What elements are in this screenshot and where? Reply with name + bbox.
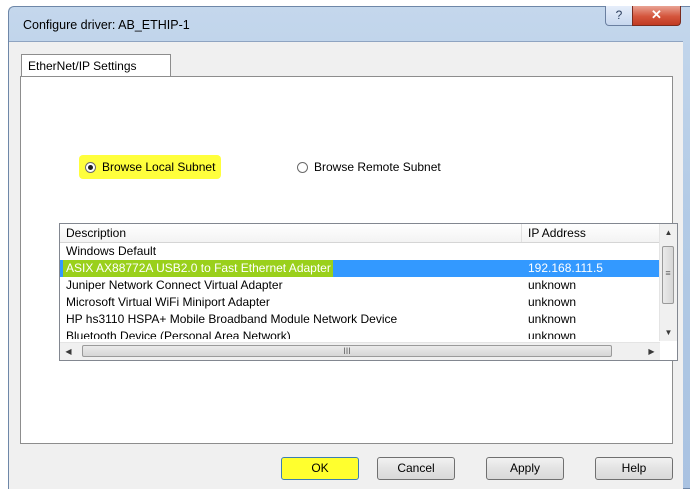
tab-panel: Browse Local Subnet Browse Remote Subnet… bbox=[20, 76, 678, 444]
configure-driver-dialog: Configure driver: AB_ETHIP-1 ? ✕ EtherNe… bbox=[8, 6, 690, 489]
scroll-left-arrow-icon[interactable]: ◀ bbox=[60, 343, 77, 360]
ok-button[interactable]: OK bbox=[281, 457, 359, 480]
horizontal-scroll-thumb[interactable]: III bbox=[82, 345, 612, 357]
row-description: Microsoft Virtual WiFi Miniport Adapter bbox=[66, 295, 270, 309]
help-icon[interactable]: ? bbox=[605, 6, 633, 26]
row-description: Windows Default bbox=[66, 244, 157, 258]
column-header-description[interactable]: Description bbox=[60, 224, 522, 242]
row-ip: unknown bbox=[528, 312, 577, 326]
vertical-scrollbar[interactable]: ▲ ≡ ▼ bbox=[659, 224, 677, 341]
list-row[interactable]: Juniper Network Connect Virtual Adapter … bbox=[60, 277, 660, 294]
help-button[interactable]: Help bbox=[595, 457, 673, 480]
window-title: Configure driver: AB_ETHIP-1 bbox=[23, 18, 190, 32]
row-ip: 192.168.111.5 bbox=[528, 261, 603, 275]
radio-browse-remote-subnet[interactable]: Browse Remote Subnet bbox=[297, 158, 441, 176]
list-row[interactable]: Bluetooth Device (Personal Area Network)… bbox=[60, 328, 660, 339]
row-description: ASIX AX88772A USB2.0 to Fast Ethernet Ad… bbox=[63, 260, 333, 277]
cancel-button[interactable]: Cancel bbox=[377, 457, 455, 480]
list-row[interactable]: Microsoft Virtual WiFi Miniport Adapter … bbox=[60, 294, 660, 311]
radio-browse-local-subnet[interactable]: Browse Local Subnet bbox=[79, 155, 222, 179]
adapter-list[interactable]: Description IP Address Windows Default A… bbox=[59, 223, 678, 361]
row-description: Juniper Network Connect Virtual Adapter bbox=[66, 278, 283, 292]
apply-button[interactable]: Apply bbox=[486, 457, 564, 480]
row-ip: unknown bbox=[528, 278, 577, 292]
row-ip: unknown bbox=[528, 295, 577, 309]
list-rows: Windows Default ASIX AX88772A USB2.0 to … bbox=[60, 243, 660, 339]
radio-local-label: Browse Local Subnet bbox=[102, 160, 216, 174]
row-description: HP hs3110 HSPA+ Mobile Broadband Module … bbox=[66, 312, 398, 326]
close-icon[interactable]: ✕ bbox=[632, 6, 681, 26]
radio-checked-icon[interactable] bbox=[85, 161, 96, 173]
scroll-down-arrow-icon[interactable]: ▼ bbox=[660, 324, 677, 341]
desktop-edge bbox=[0, 0, 8, 487]
column-header-ip-address[interactable]: IP Address bbox=[522, 224, 660, 242]
tab-ethernet-ip-settings[interactable]: EtherNet/IP Settings bbox=[21, 54, 171, 76]
list-row-selected[interactable]: ASIX AX88772A USB2.0 to Fast Ethernet Ad… bbox=[60, 260, 660, 277]
radio-remote-label: Browse Remote Subnet bbox=[314, 160, 441, 174]
horizontal-scrollbar[interactable]: ◀ III ▶ bbox=[60, 342, 660, 360]
scroll-up-arrow-icon[interactable]: ▲ bbox=[660, 224, 677, 241]
dialog-client-area: EtherNet/IP Settings Browse Local Subnet… bbox=[9, 41, 683, 489]
vertical-scroll-thumb[interactable]: ≡ bbox=[662, 246, 674, 304]
radio-unchecked-icon[interactable] bbox=[297, 161, 308, 173]
title-bar[interactable]: Configure driver: AB_ETHIP-1 ? ✕ bbox=[9, 6, 690, 41]
list-row[interactable]: HP hs3110 HSPA+ Mobile Broadband Module … bbox=[60, 311, 660, 328]
row-description: Bluetooth Device (Personal Area Network) bbox=[66, 329, 291, 339]
list-row[interactable]: Windows Default bbox=[60, 243, 660, 260]
scroll-right-arrow-icon[interactable]: ▶ bbox=[643, 343, 660, 360]
row-ip: unknown bbox=[528, 329, 577, 339]
list-header: Description IP Address bbox=[60, 224, 660, 243]
